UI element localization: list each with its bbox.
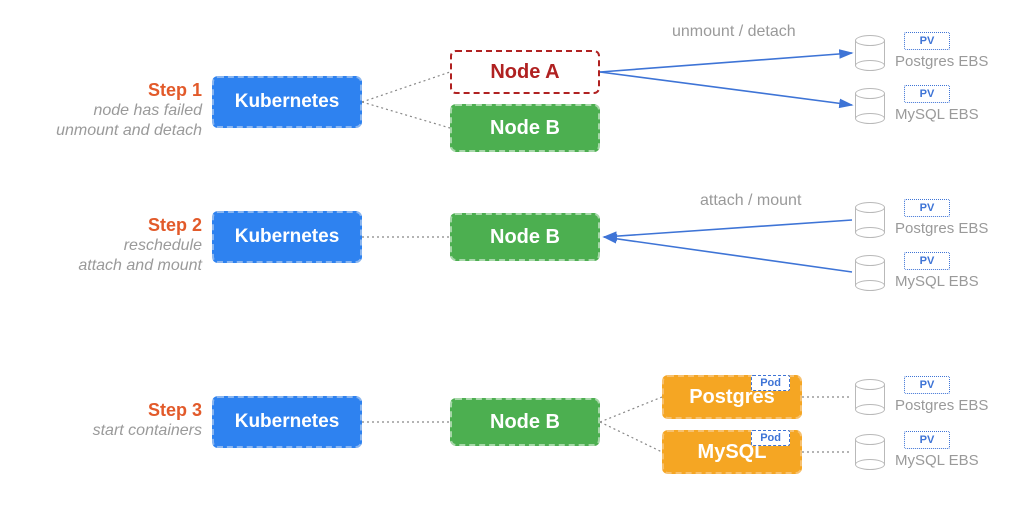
step1-kubernetes: Kubernetes xyxy=(212,76,362,128)
postgres-ebs-label: Postgres EBS xyxy=(895,220,988,237)
step2-title: Step 2 xyxy=(2,215,202,236)
db-icon xyxy=(855,35,885,71)
pv-tag: PV xyxy=(904,431,950,449)
pv-tag: PV xyxy=(904,252,950,270)
step2-action: attach / mount xyxy=(700,192,801,210)
postgres-ebs-label: Postgres EBS xyxy=(895,53,988,70)
db-icon xyxy=(855,434,885,470)
step1-node-b: Node B xyxy=(450,104,600,152)
step1-subtitle: node has failed unmount and detach xyxy=(2,101,202,141)
step1-caption: Step 1 node has failed unmount and detac… xyxy=(2,80,202,141)
step1-title: Step 1 xyxy=(2,80,202,101)
postgres-pod: Postgres Pod xyxy=(662,375,802,419)
step3-title: Step 3 xyxy=(2,400,202,421)
pv-tag: PV xyxy=(904,199,950,217)
step3-caption: Step 3 start containers xyxy=(2,400,202,441)
postgres-ebs-label: Postgres EBS xyxy=(895,397,988,414)
db-icon xyxy=(855,379,885,415)
pod-tag: Pod xyxy=(751,375,790,391)
pv-tag: PV xyxy=(904,32,950,50)
step3-kubernetes: Kubernetes xyxy=(212,396,362,448)
mysql-ebs-label: MySQL EBS xyxy=(895,452,979,469)
pod-tag: Pod xyxy=(751,430,790,446)
step2-caption: Step 2 reschedule attach and mount xyxy=(2,215,202,276)
step1-action: unmount / detach xyxy=(672,23,796,41)
step2-subtitle: reschedule attach and mount xyxy=(2,236,202,276)
step2-kubernetes: Kubernetes xyxy=(212,211,362,263)
pv-tag: PV xyxy=(904,376,950,394)
mysql-pod: MySQL Pod xyxy=(662,430,802,474)
db-icon xyxy=(855,255,885,291)
mysql-ebs-label: MySQL EBS xyxy=(895,106,979,123)
step3-node-b: Node B xyxy=(450,398,600,446)
step2-node-b: Node B xyxy=(450,213,600,261)
db-icon xyxy=(855,202,885,238)
pv-tag: PV xyxy=(904,85,950,103)
step1-node-a: Node A xyxy=(450,50,600,94)
diagram: Step 1 node has failed unmount and detac… xyxy=(0,0,1024,524)
mysql-ebs-label: MySQL EBS xyxy=(895,273,979,290)
step3-subtitle: start containers xyxy=(2,421,202,441)
db-icon xyxy=(855,88,885,124)
